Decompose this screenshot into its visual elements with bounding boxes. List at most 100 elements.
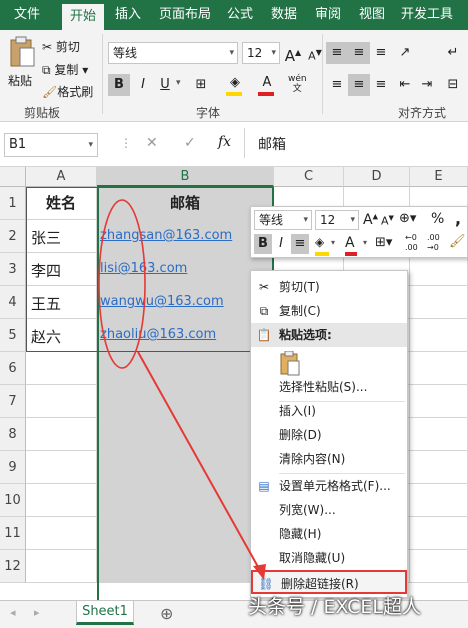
chevron-down-icon[interactable]: ▾ xyxy=(363,238,367,247)
paste-button[interactable]: 粘贴 xyxy=(8,72,32,89)
mini-borders-icon[interactable]: ⊞▾ xyxy=(375,235,392,250)
cell[interactable]: wangwu@163.com xyxy=(97,286,274,319)
fill-color-icon[interactable]: ◈ xyxy=(224,72,246,94)
cell[interactable] xyxy=(26,352,97,385)
row-header[interactable]: 12 xyxy=(0,550,26,583)
row-header[interactable]: 7 xyxy=(0,385,26,418)
cell[interactable] xyxy=(26,385,97,418)
percent-button[interactable]: % xyxy=(431,211,444,227)
insert-function-icon[interactable]: fx xyxy=(218,134,231,150)
row-header[interactable]: 1 xyxy=(0,187,26,220)
menu-item-unhide[interactable]: 取消隐藏(U) xyxy=(251,546,407,570)
format-painter-icon[interactable]: 🖌 xyxy=(449,234,466,249)
comma-button[interactable]: , xyxy=(455,209,461,228)
cell[interactable] xyxy=(97,517,274,550)
cell[interactable]: 赵六 xyxy=(26,319,97,352)
row-header[interactable]: 2 xyxy=(0,220,26,253)
cell[interactable]: 姓名 xyxy=(26,187,97,220)
tab-insert[interactable]: 插入 xyxy=(106,0,150,30)
column-header-e[interactable]: E xyxy=(410,167,468,187)
decrease-decimal-button[interactable]: .00 →0 xyxy=(427,233,440,253)
mini-size-combo[interactable]: 12 ▾ xyxy=(315,210,359,230)
cell[interactable] xyxy=(97,418,274,451)
tab-data[interactable]: 数据 xyxy=(262,0,306,30)
cell[interactable]: zhangsan@163.com xyxy=(97,220,274,253)
column-header-d[interactable]: D xyxy=(344,167,410,187)
decrease-indent-icon[interactable]: ⇤ xyxy=(394,74,416,96)
column-header-a[interactable]: A xyxy=(26,167,97,187)
cell[interactable] xyxy=(410,517,468,550)
cell[interactable]: 王五 xyxy=(26,286,97,319)
column-header-b[interactable]: B xyxy=(97,167,274,187)
shrink-font-icon[interactable]: A▼ xyxy=(381,214,394,228)
cell[interactable] xyxy=(410,352,468,385)
tab-formulas[interactable]: 公式 xyxy=(218,0,262,30)
underline-button[interactable]: U xyxy=(154,74,176,96)
align-middle-icon[interactable]: ≡ xyxy=(348,42,370,64)
cell[interactable] xyxy=(97,352,274,385)
cell[interactable] xyxy=(410,385,468,418)
name-box[interactable]: B1 ▾ xyxy=(4,133,98,157)
column-header-c[interactable]: C xyxy=(274,167,344,187)
cell[interactable]: lisi@163.com xyxy=(97,253,274,286)
menu-item-clear-contents[interactable]: 清除内容(N) xyxy=(251,447,407,471)
cell[interactable] xyxy=(97,451,274,484)
row-header[interactable]: 3 xyxy=(0,253,26,286)
menu-item-column-width[interactable]: 列宽(W)... xyxy=(251,498,407,522)
chevron-down-icon[interactable]: ▾ xyxy=(331,238,335,247)
confirm-icon[interactable]: ✓ xyxy=(184,135,196,151)
align-center-icon[interactable]: ≡ xyxy=(348,74,370,96)
cut-button[interactable]: ✂ 剪切 xyxy=(42,38,80,55)
bold-button[interactable]: B xyxy=(108,74,130,96)
paste-icon[interactable] xyxy=(8,36,38,68)
menu-item-format-cells[interactable]: ▤ 设置单元格格式(F)... xyxy=(251,474,407,498)
grow-font-button[interactable]: A▲ xyxy=(282,42,304,65)
row-header[interactable]: 8 xyxy=(0,418,26,451)
mini-italic-button[interactable]: I xyxy=(273,234,289,254)
mini-font-color-button[interactable]: A xyxy=(345,235,355,251)
tab-page-layout[interactable]: 页面布局 xyxy=(152,0,218,30)
row-header[interactable]: 11 xyxy=(0,517,26,550)
cell[interactable] xyxy=(26,484,97,517)
menu-item-copy[interactable]: ⧉ 复制(C) xyxy=(251,299,407,323)
increase-indent-icon[interactable]: ⇥ xyxy=(416,74,438,96)
row-header[interactable]: 5 xyxy=(0,319,26,352)
sheet-tab-sheet1[interactable]: Sheet1 xyxy=(76,601,134,625)
email-link[interactable]: zhangsan@163.com xyxy=(100,228,232,243)
format-painter-button[interactable]: 🖌格式刷 xyxy=(42,83,93,100)
next-sheet-icon[interactable]: ▸ xyxy=(34,606,40,619)
mini-fill-color-icon[interactable]: ◈ xyxy=(315,235,324,249)
cell[interactable] xyxy=(410,286,468,319)
tab-review[interactable]: 审阅 xyxy=(306,0,350,30)
tab-home[interactable]: 开始 xyxy=(62,4,104,30)
increase-decimal-button[interactable]: ←0.00 xyxy=(405,233,418,253)
cell[interactable] xyxy=(410,451,468,484)
mini-center-icon[interactable]: ≡ xyxy=(291,234,309,254)
cell[interactable] xyxy=(26,550,97,583)
formula-input[interactable]: 邮箱 xyxy=(258,134,286,154)
currency-icon[interactable]: ⊕▾ xyxy=(399,211,416,226)
phonetic-button[interactable]: wén 文 xyxy=(288,74,307,94)
chevron-down-icon[interactable]: ▾ xyxy=(176,78,181,88)
menu-item-insert[interactable]: 插入(I) xyxy=(251,399,407,423)
add-sheet-button[interactable]: ⊕ xyxy=(160,604,173,623)
cell[interactable] xyxy=(410,319,468,352)
email-link[interactable]: zhaoliu@163.com xyxy=(100,327,216,342)
font-name-combo[interactable]: 等线 ▾ xyxy=(108,42,238,64)
row-header[interactable]: 4 xyxy=(0,286,26,319)
tab-file[interactable]: 文件 xyxy=(4,0,50,30)
menu-item-paste-special[interactable]: 选择性粘贴(S)... xyxy=(251,375,407,399)
merge-center-icon[interactable]: ⊟ xyxy=(442,74,464,96)
menu-item-delete[interactable]: 删除(D) xyxy=(251,423,407,447)
cell[interactable]: 张三 xyxy=(26,220,97,253)
cell[interactable] xyxy=(410,550,468,583)
tab-view[interactable]: 视图 xyxy=(350,0,394,30)
formula-options-icon[interactable]: ⋮ xyxy=(120,136,132,150)
menu-item-hide[interactable]: 隐藏(H) xyxy=(251,522,407,546)
font-color-button[interactable]: A xyxy=(256,72,278,94)
align-left-icon[interactable]: ≡ xyxy=(326,74,348,96)
prev-sheet-icon[interactable]: ◂ xyxy=(10,606,16,619)
cell[interactable] xyxy=(97,385,274,418)
borders-icon[interactable]: ⊞ xyxy=(190,74,212,96)
row-header[interactable]: 10 xyxy=(0,484,26,517)
